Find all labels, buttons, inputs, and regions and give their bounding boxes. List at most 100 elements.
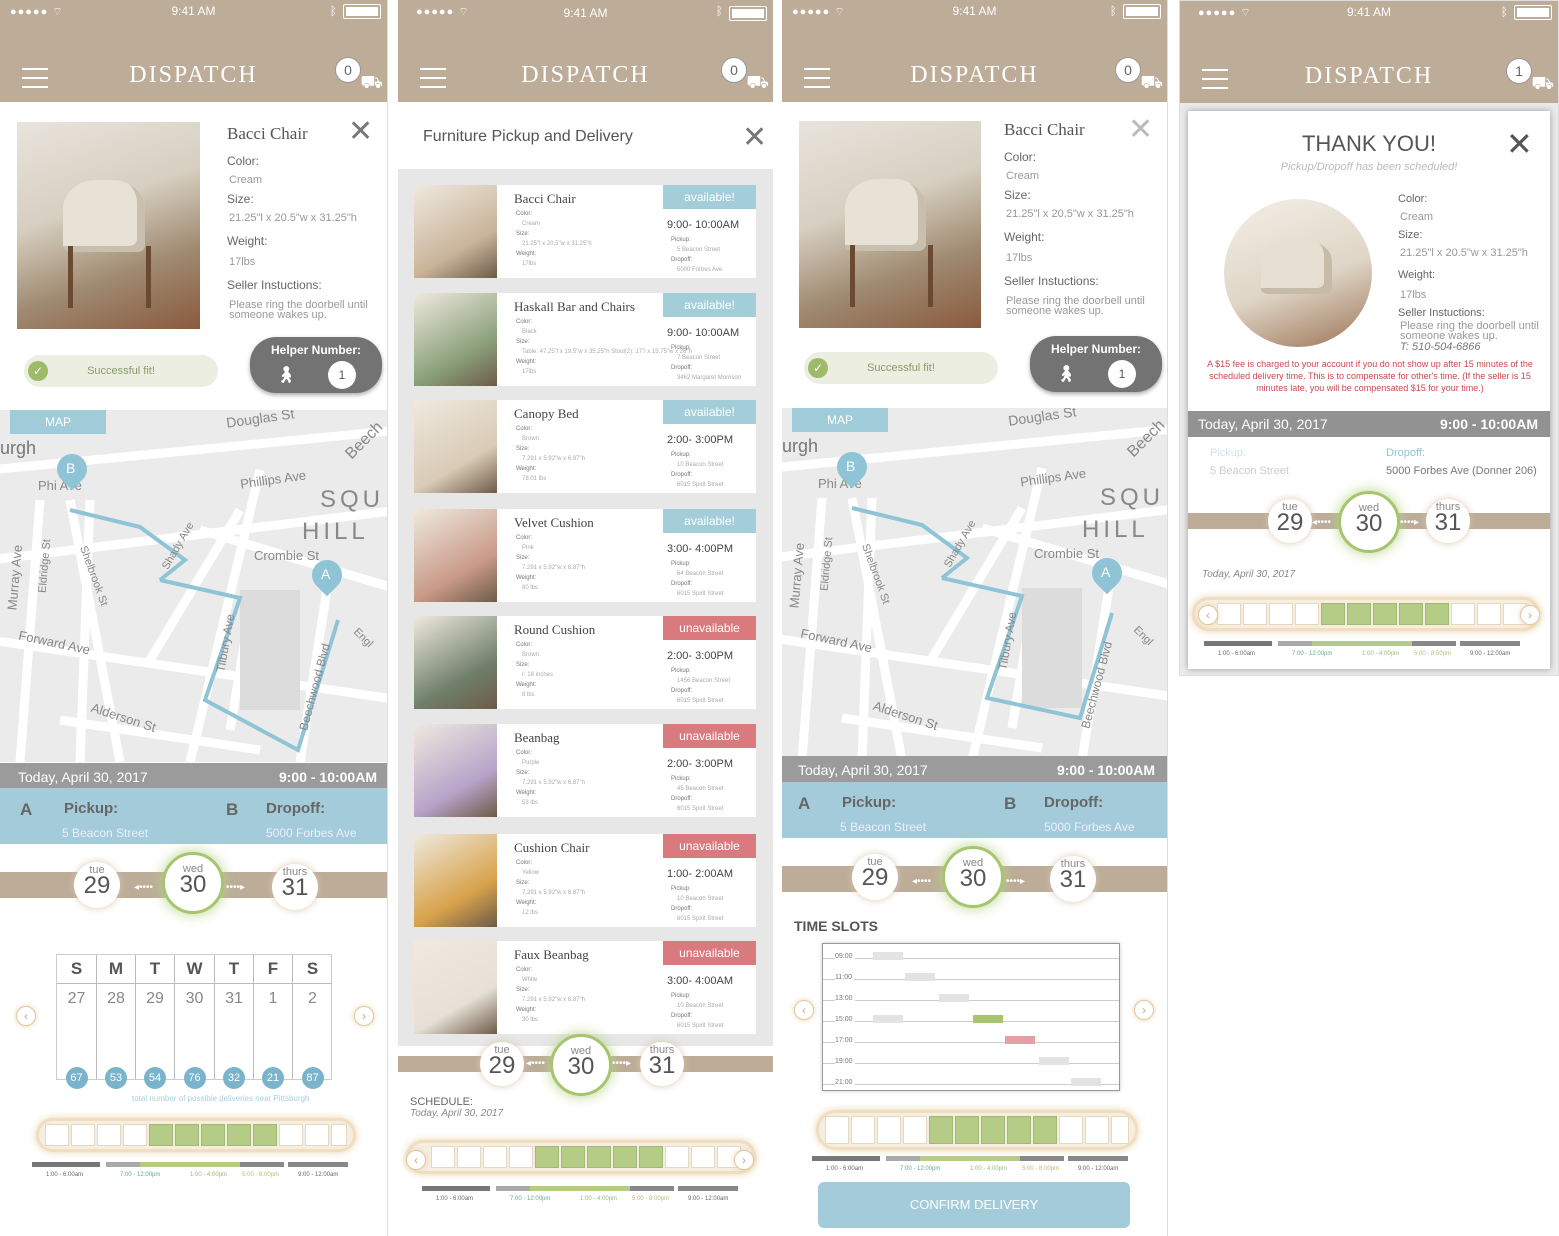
slot[interactable] [1059, 1116, 1083, 1144]
slot[interactable] [1295, 603, 1319, 625]
slot-selected[interactable] [613, 1146, 637, 1168]
cal-col[interactable]: S 2 87 [293, 955, 332, 1089]
chevron-left-icon[interactable]: ‹ [406, 1150, 426, 1170]
slot-selected[interactable] [1347, 603, 1371, 625]
slot[interactable] [279, 1124, 303, 1146]
truck-icon[interactable]: ⛟ [1140, 72, 1163, 96]
slot-selected[interactable] [1033, 1116, 1057, 1144]
slot[interactable] [45, 1124, 69, 1146]
confirm-delivery-button[interactable]: CONFIRM DELIVERY [818, 1182, 1130, 1228]
helper-count[interactable]: 1 [328, 361, 356, 389]
cal-col[interactable]: W 30 76 [175, 955, 215, 1089]
map-tab[interactable]: MAP [792, 408, 888, 432]
furniture-card[interactable]: Faux Beanbag Color: White Size: 7.291 x 5.92… [414, 941, 756, 1034]
slot[interactable] [691, 1146, 715, 1168]
furniture-card[interactable]: Canopy Bed Color: Brown Size: 7.291 x 5.92"w… [414, 400, 756, 493]
cal-col[interactable]: S 27 67 [57, 955, 97, 1089]
day-tue[interactable]: tue 29 [74, 862, 120, 908]
furniture-card[interactable]: Bacci Chair Color: Cream Size: 21.25"l x 20.… [414, 185, 756, 278]
day-tue[interactable]: tue 29 [852, 854, 898, 900]
slot-selected[interactable] [175, 1124, 199, 1146]
timeslot-chart[interactable]: 09:00 11:00 13:00 15:00 17:00 19:00 21:0… [822, 943, 1120, 1091]
truck-icon[interactable]: ⛟ [746, 72, 769, 96]
furniture-card[interactable]: Cushion Chair Color: Yellow Size: 7.291 x 5.… [414, 834, 756, 927]
furniture-card[interactable]: Velvet Cushion Color: Pink Size: 7.291 x 5.9… [414, 509, 756, 602]
status-badge[interactable]: available! [663, 400, 756, 424]
day-thurs[interactable]: thurs 31 [272, 864, 318, 910]
truck-icon[interactable]: ⛟ [1531, 73, 1554, 97]
slot-selected[interactable] [955, 1116, 979, 1144]
slot-selected[interactable] [639, 1146, 663, 1168]
cal-col[interactable]: F 1 21 [254, 955, 293, 1089]
time-slot-bar[interactable] [816, 1110, 1138, 1150]
route-map[interactable]: Douglas St Beech Phillips Ave Phi Ave SQ… [0, 410, 387, 762]
slot[interactable] [825, 1116, 849, 1144]
slot-selected[interactable] [1399, 603, 1423, 625]
slot[interactable] [1243, 603, 1267, 625]
slot[interactable] [1085, 1116, 1109, 1144]
helper-number[interactable]: Helper Number: 🚶︎ 1 [250, 337, 382, 393]
truck-icon[interactable]: ⛟ [360, 72, 383, 96]
status-badge[interactable]: unavailable [663, 616, 756, 640]
day-wed[interactable]: wed 30 [942, 846, 1004, 908]
close-icon[interactable]: ✕ [1128, 112, 1153, 147]
map-tab[interactable]: MAP [10, 410, 106, 434]
slot-selected[interactable] [981, 1116, 1005, 1144]
furniture-card[interactable]: Haskall Bar and Chairs Color: Black Size: Ta… [414, 293, 756, 386]
ts-block[interactable] [1071, 1078, 1101, 1086]
furniture-card[interactable]: Beanbag Color: Purple Size: 7.291 x 5.92"w x… [414, 724, 756, 817]
status-badge[interactable]: unavailable [663, 941, 756, 965]
close-icon[interactable]: ✕ [348, 114, 373, 149]
day-wed[interactable]: wed 30 [1338, 491, 1400, 553]
day-tue[interactable]: tue 29 [1268, 499, 1312, 543]
slot-selected[interactable] [1321, 603, 1345, 625]
status-badge[interactable]: available! [663, 185, 756, 209]
time-slot-bar[interactable] [36, 1118, 356, 1152]
cal-col[interactable]: M 28 53 [97, 955, 136, 1089]
slot-selected[interactable] [227, 1124, 251, 1146]
slot-selected[interactable] [535, 1146, 559, 1168]
chevron-right-icon[interactable]: › [1134, 1000, 1154, 1020]
slot[interactable] [851, 1116, 875, 1144]
cal-col[interactable]: T 31 32 [215, 955, 254, 1089]
slot[interactable] [483, 1146, 507, 1168]
ts-block-unavailable[interactable] [1005, 1036, 1035, 1044]
day-wed[interactable]: wed 30 [550, 1034, 612, 1096]
slot[interactable] [457, 1146, 481, 1168]
slot[interactable] [509, 1146, 533, 1168]
cart-count-badge[interactable]: 0 [721, 57, 747, 83]
close-icon[interactable]: ✕ [1506, 125, 1533, 163]
cart-count-badge[interactable]: 0 [1115, 57, 1141, 83]
furniture-card[interactable]: Round Cushion Color: Brown Size: r: 18 inche… [414, 616, 756, 709]
cart-count-badge[interactable]: 1 [1506, 58, 1532, 84]
status-badge[interactable]: unavailable [663, 834, 756, 858]
slot-selected[interactable] [929, 1116, 953, 1144]
slot[interactable] [665, 1146, 689, 1168]
slot[interactable] [1269, 603, 1293, 625]
ts-block[interactable] [905, 973, 935, 981]
slot[interactable] [305, 1124, 329, 1146]
chevron-left-icon[interactable]: ‹ [794, 1000, 814, 1020]
time-slot-bar[interactable] [1192, 597, 1540, 631]
close-icon[interactable]: ✕ [742, 120, 767, 155]
chevron-left-icon[interactable]: ‹ [16, 1006, 36, 1026]
status-badge[interactable]: unavailable [663, 724, 756, 748]
day-thurs[interactable]: thurs 31 [640, 1042, 684, 1086]
slot[interactable] [1217, 603, 1241, 625]
ts-block[interactable] [939, 994, 969, 1002]
ts-block-selected[interactable] [973, 1015, 1003, 1023]
slot[interactable] [331, 1124, 347, 1146]
slot-selected[interactable] [149, 1124, 173, 1146]
chevron-right-icon[interactable]: › [354, 1006, 374, 1026]
ts-block[interactable] [873, 952, 903, 960]
day-tue[interactable]: tue 29 [480, 1042, 524, 1086]
day-wed[interactable]: wed 30 [162, 852, 224, 914]
slot-selected[interactable] [201, 1124, 225, 1146]
slot[interactable] [903, 1116, 927, 1144]
helper-count[interactable]: 1 [1108, 360, 1136, 388]
slot-selected[interactable] [1373, 603, 1397, 625]
slot[interactable] [1451, 603, 1475, 625]
chevron-left-icon[interactable]: ‹ [1198, 605, 1218, 625]
ts-block[interactable] [873, 1015, 903, 1023]
ts-block[interactable] [1039, 1057, 1069, 1065]
